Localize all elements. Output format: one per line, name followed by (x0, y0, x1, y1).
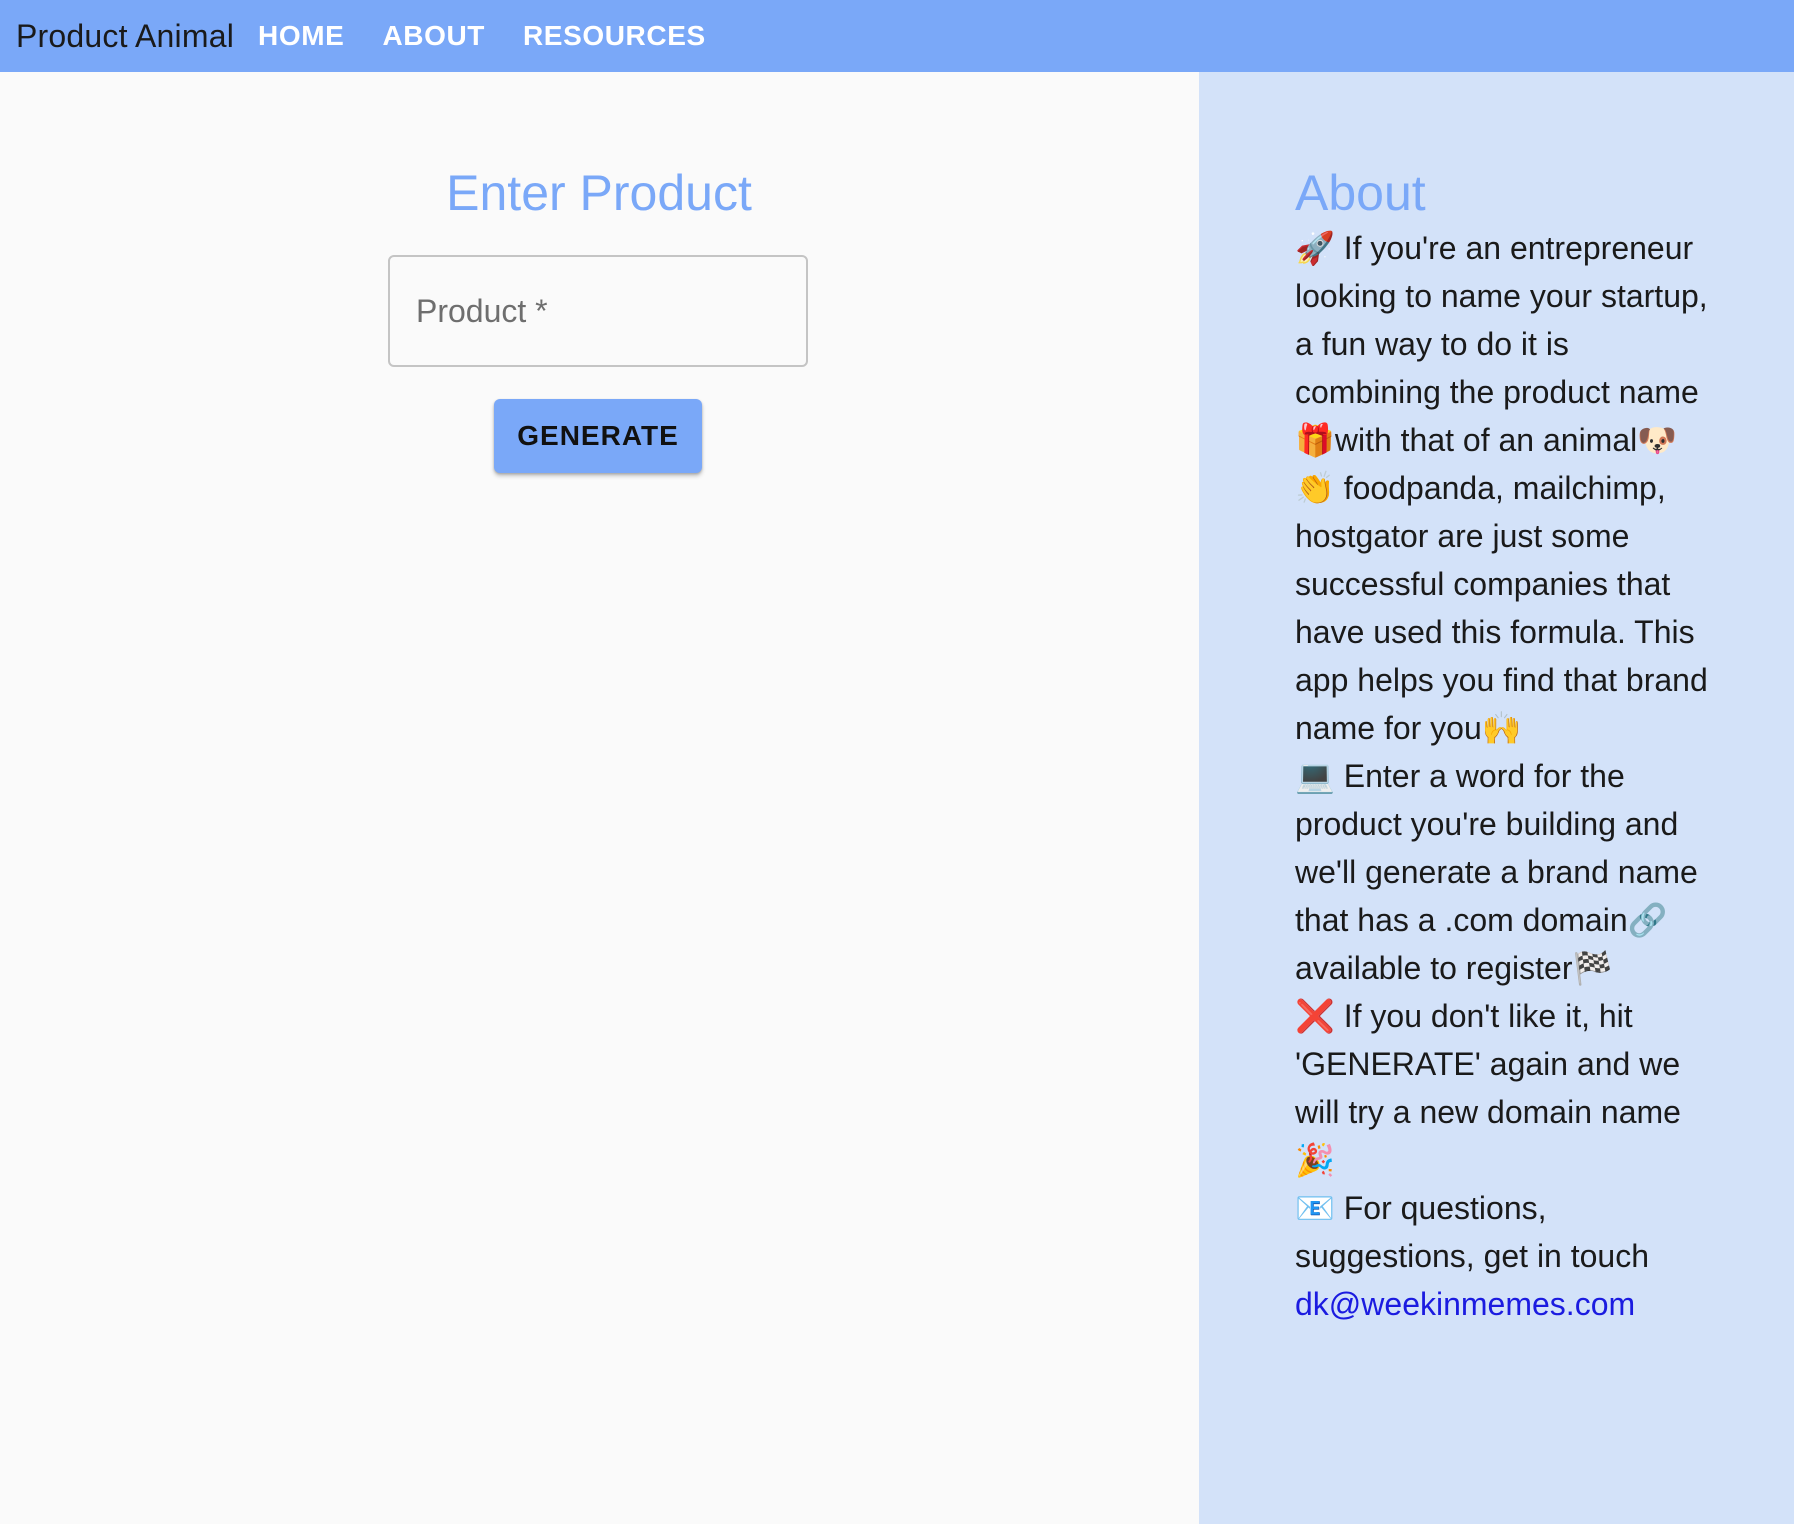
about-title: About (1295, 165, 1426, 221)
about-paragraph: 🚀 If you're an entrepreneur looking to n… (1295, 224, 1715, 464)
brand-title[interactable]: Product Animal (16, 18, 234, 55)
generate-button[interactable]: GENERATE (494, 399, 702, 473)
laptop-icon: 💻 (1295, 757, 1335, 795)
about-paragraph: 💻 Enter a word for the product you're bu… (1295, 752, 1715, 992)
form-title: Enter Product (446, 165, 752, 221)
about-paragraph-text: If you don't like it, hit 'GENERATE' aga… (1295, 998, 1681, 1178)
nav-about-link[interactable]: ABOUT (382, 20, 485, 52)
about-body: 🚀 If you're an entrepreneur looking to n… (1295, 224, 1715, 1328)
nav-home-link[interactable]: HOME (258, 20, 344, 52)
main-content: Enter Product GENERATE (0, 72, 1199, 1524)
contact-line: dk@weekinmemes.com (1295, 1280, 1715, 1328)
about-paragraph: 👏 foodpanda, mailchimp, hostgator are ju… (1295, 464, 1715, 752)
about-paragraph-text: Enter a word for the product you're buil… (1295, 758, 1698, 986)
top-navbar: Product Animal HOME ABOUT RESOURCES (0, 0, 1794, 72)
about-paragraph-text: foodpanda, mailchimp, hostgator are just… (1295, 470, 1708, 746)
cross-mark-icon: ❌ (1295, 997, 1335, 1035)
about-paragraph-text: For questions, suggestions, get in touch (1295, 1190, 1650, 1274)
about-paragraph: 📧 For questions, suggestions, get in tou… (1295, 1184, 1715, 1280)
nav-resources-link[interactable]: RESOURCES (523, 20, 706, 52)
contact-email-link[interactable]: dk@weekinmemes.com (1295, 1286, 1635, 1322)
clapping-hands-icon: 👏 (1295, 469, 1335, 507)
product-input[interactable] (388, 255, 808, 367)
rocket-icon: 🚀 (1295, 229, 1335, 267)
about-paragraph-text: If you're an entrepreneur looking to nam… (1295, 230, 1708, 458)
envelope-icon: 📧 (1295, 1189, 1335, 1227)
about-sidebar: About 🚀 If you're an entrepreneur lookin… (1199, 72, 1794, 1524)
about-paragraph: ❌ If you don't like it, hit 'GENERATE' a… (1295, 992, 1715, 1184)
